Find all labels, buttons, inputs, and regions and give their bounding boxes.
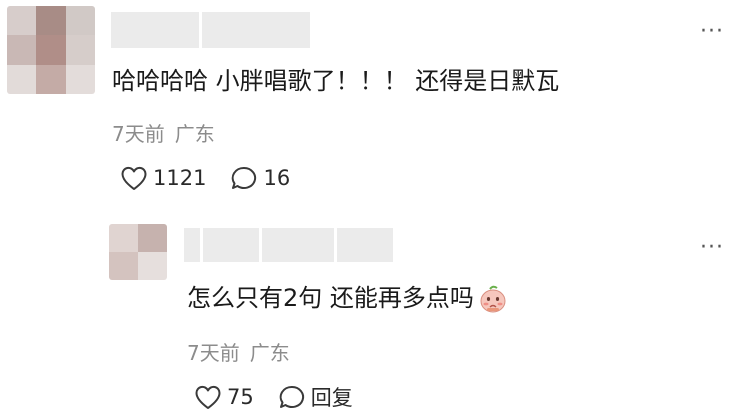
username-redacted[interactable] — [184, 228, 393, 262]
more-options-icon[interactable]: ··· — [700, 237, 724, 259]
avatar-mosaic-cell — [65, 64, 95, 94]
like-button[interactable]: 75 — [194, 384, 254, 410]
avatar-mosaic-cell — [7, 6, 37, 36]
like-button[interactable]: 1121 — [120, 165, 206, 191]
avatar-mosaic-cell — [138, 252, 167, 280]
redacted-block — [202, 12, 310, 48]
like-count: 75 — [227, 385, 254, 409]
redacted-block — [337, 228, 393, 262]
comment-text: 怎么只有2句 还能再多点吗 — [187, 282, 508, 314]
comment-text: 哈哈哈哈 小胖唱歌了！！！ 还得是日默瓦 — [112, 67, 560, 95]
comment-actions: 1121 16 — [120, 165, 290, 191]
reply-button[interactable]: 回复 — [278, 382, 353, 412]
avatar-mosaic-cell — [36, 35, 66, 65]
avatar-mosaic-cell — [109, 224, 138, 252]
redacted-block — [203, 228, 259, 262]
comment-meta: 7天前 广东 — [112, 118, 215, 147]
username-redacted[interactable] — [111, 12, 310, 48]
avatar-mosaic-cell — [65, 6, 95, 36]
avatar-mosaic-cell — [138, 224, 167, 252]
speech-bubble-icon — [232, 166, 257, 189]
heart-outline-icon — [195, 385, 221, 409]
speech-bubble-icon — [279, 385, 304, 408]
reply-count-button[interactable]: 16 — [230, 165, 290, 191]
avatar-mosaic-cell — [36, 64, 66, 94]
avatar-mosaic-cell — [36, 6, 66, 36]
heart-outline-icon — [121, 166, 147, 190]
pleading-face-emoji-icon — [478, 283, 508, 313]
avatar[interactable] — [109, 224, 167, 280]
like-count: 1121 — [153, 166, 207, 190]
more-options-icon[interactable]: ··· — [700, 21, 724, 43]
avatar-mosaic-cell — [109, 252, 138, 280]
avatar[interactable] — [7, 6, 95, 94]
comment-text-body: 怎么只有2句 还能再多点吗 — [187, 284, 474, 312]
comment-meta: 7天前 广东 — [187, 337, 290, 366]
reply-count: 16 — [263, 166, 291, 190]
reply-label: 回复 — [310, 386, 353, 410]
comment-actions: 75 回复 — [194, 382, 353, 412]
avatar-mosaic-cell — [65, 35, 95, 65]
comment-time: 7天前 — [112, 122, 165, 146]
avatar-mosaic-cell — [7, 64, 37, 94]
comment-location: 广东 — [249, 341, 290, 365]
avatar-mosaic-cell — [7, 35, 37, 65]
redacted-block — [111, 12, 199, 48]
comment-time: 7天前 — [187, 341, 240, 365]
redacted-block — [262, 228, 334, 262]
redacted-block — [184, 228, 200, 262]
comment-location: 广东 — [174, 122, 215, 146]
